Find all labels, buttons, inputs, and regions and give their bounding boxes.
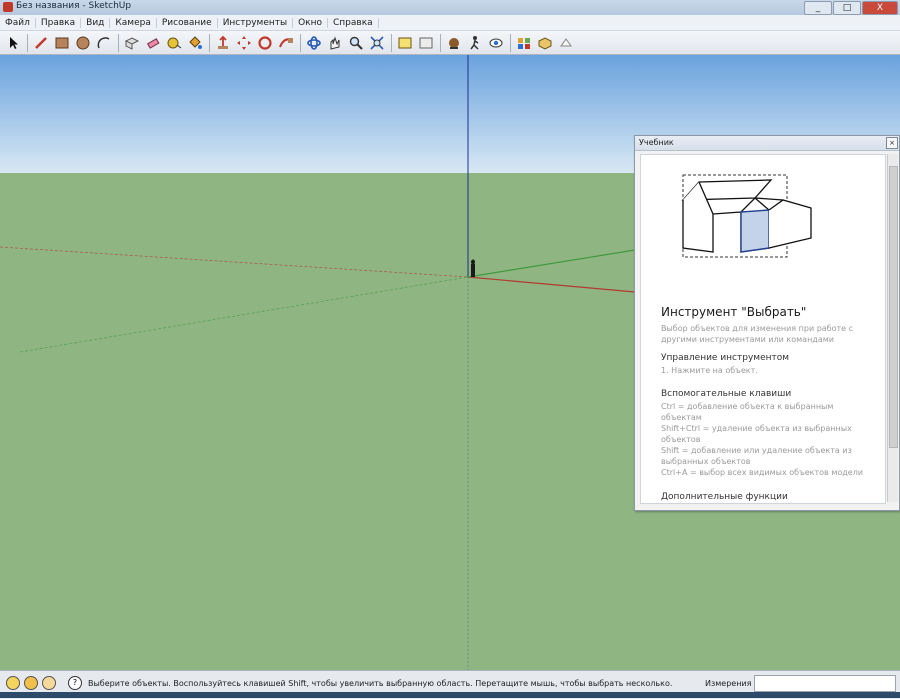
get-models-icon[interactable] (557, 34, 575, 52)
close-button[interactable]: X (862, 1, 898, 15)
measurements-input[interactable] (754, 675, 896, 692)
look-around-icon[interactable] (487, 34, 505, 52)
pan-icon[interactable] (326, 34, 344, 52)
zoom-icon[interactable] (347, 34, 365, 52)
line-icon[interactable] (32, 34, 50, 52)
menu-window[interactable]: Окно (293, 17, 329, 28)
section1-item: 1. Нажмите на объект. (661, 366, 758, 375)
window-title: Без названия - SketchUp (16, 1, 132, 11)
title-bar: Без названия - SketchUp _ □ X (0, 0, 900, 16)
menu-edit[interactable]: Правка (36, 17, 82, 28)
make-component-icon[interactable] (123, 34, 141, 52)
user-icon[interactable] (42, 676, 56, 690)
eraser-icon[interactable] (144, 34, 162, 52)
circle-icon[interactable] (74, 34, 92, 52)
menu-file[interactable]: Файл (0, 17, 36, 28)
house-illustration (681, 174, 812, 258)
menu-view[interactable]: Вид (81, 17, 111, 28)
menu-help[interactable]: Справка (328, 17, 379, 28)
zoom-extents-icon[interactable] (368, 34, 386, 52)
menu-bar: Файл Правка Вид Камера Рисование Инструм… (0, 15, 900, 31)
position-camera-icon[interactable] (515, 34, 533, 52)
section-plane-icon[interactable] (536, 34, 554, 52)
paint-bucket-icon[interactable] (186, 34, 204, 52)
follow-me-icon[interactable] (277, 34, 295, 52)
minimize-button[interactable]: _ (804, 1, 832, 15)
rotate-icon[interactable] (256, 34, 274, 52)
instructor-panel: Учебник × Инструмент "Выбрать" Выбор объ… (634, 135, 900, 511)
arc-icon[interactable] (95, 34, 113, 52)
close-icon[interactable]: × (886, 137, 898, 149)
help-icon[interactable]: ? (68, 676, 82, 690)
menu-camera[interactable]: Камера (110, 17, 157, 28)
push-pull-icon[interactable] (214, 34, 232, 52)
main-toolbar (0, 31, 900, 55)
orbit-icon[interactable] (305, 34, 323, 52)
tool-description: Выбор объектов для изменения при работе … (661, 324, 854, 344)
section3-title: Дополнительные функции (661, 492, 788, 502)
status-text: Выберите объекты. Воспользуйтесь клавише… (88, 679, 673, 688)
sketchup-app-icon (3, 2, 13, 12)
top-view-icon[interactable] (445, 34, 463, 52)
section2-item: Shift = добавление или удаление объекта … (661, 446, 852, 466)
instructor-scrollbar[interactable] (887, 154, 898, 502)
rectangle-icon[interactable] (53, 34, 71, 52)
model-viewport[interactable]: Учебник × Инструмент "Выбрать" Выбор объ… (0, 55, 900, 670)
tape-measure-icon[interactable] (165, 34, 183, 52)
menu-draw[interactable]: Рисование (157, 17, 218, 28)
section2-item: Shift+Ctrl = удаление объекта из выбранн… (661, 424, 852, 444)
taskbar-strip (0, 692, 900, 698)
instructor-title-bar: Учебник × (635, 136, 899, 151)
measurements-label: Измерения (705, 679, 752, 688)
walk-icon[interactable] (466, 34, 484, 52)
instructor-title: Учебник (639, 138, 674, 147)
section2-title: Вспомогательные клавиши (661, 389, 792, 399)
tool-title: Инструмент "Выбрать" (661, 305, 807, 319)
previous-view-icon[interactable] (396, 34, 414, 52)
maximize-button[interactable]: □ (833, 1, 861, 15)
next-view-icon[interactable] (417, 34, 435, 52)
select-icon[interactable] (4, 34, 22, 52)
geo-location-icon[interactable] (6, 676, 20, 690)
move-icon[interactable] (235, 34, 253, 52)
instructor-content: Инструмент "Выбрать" Выбор объектов для … (640, 154, 886, 504)
section2-item: Ctrl+A = выбор всех видимых объектов мод… (661, 468, 864, 477)
scrollbar-thumb[interactable] (889, 166, 898, 448)
person-figure[interactable] (471, 259, 475, 278)
menu-tools[interactable]: Инструменты (218, 17, 294, 28)
credits-icon[interactable] (24, 676, 38, 690)
section1-title: Управление инструментом (661, 353, 790, 363)
section2-item: Ctrl = добавление объекта к выбранным об… (661, 402, 834, 422)
